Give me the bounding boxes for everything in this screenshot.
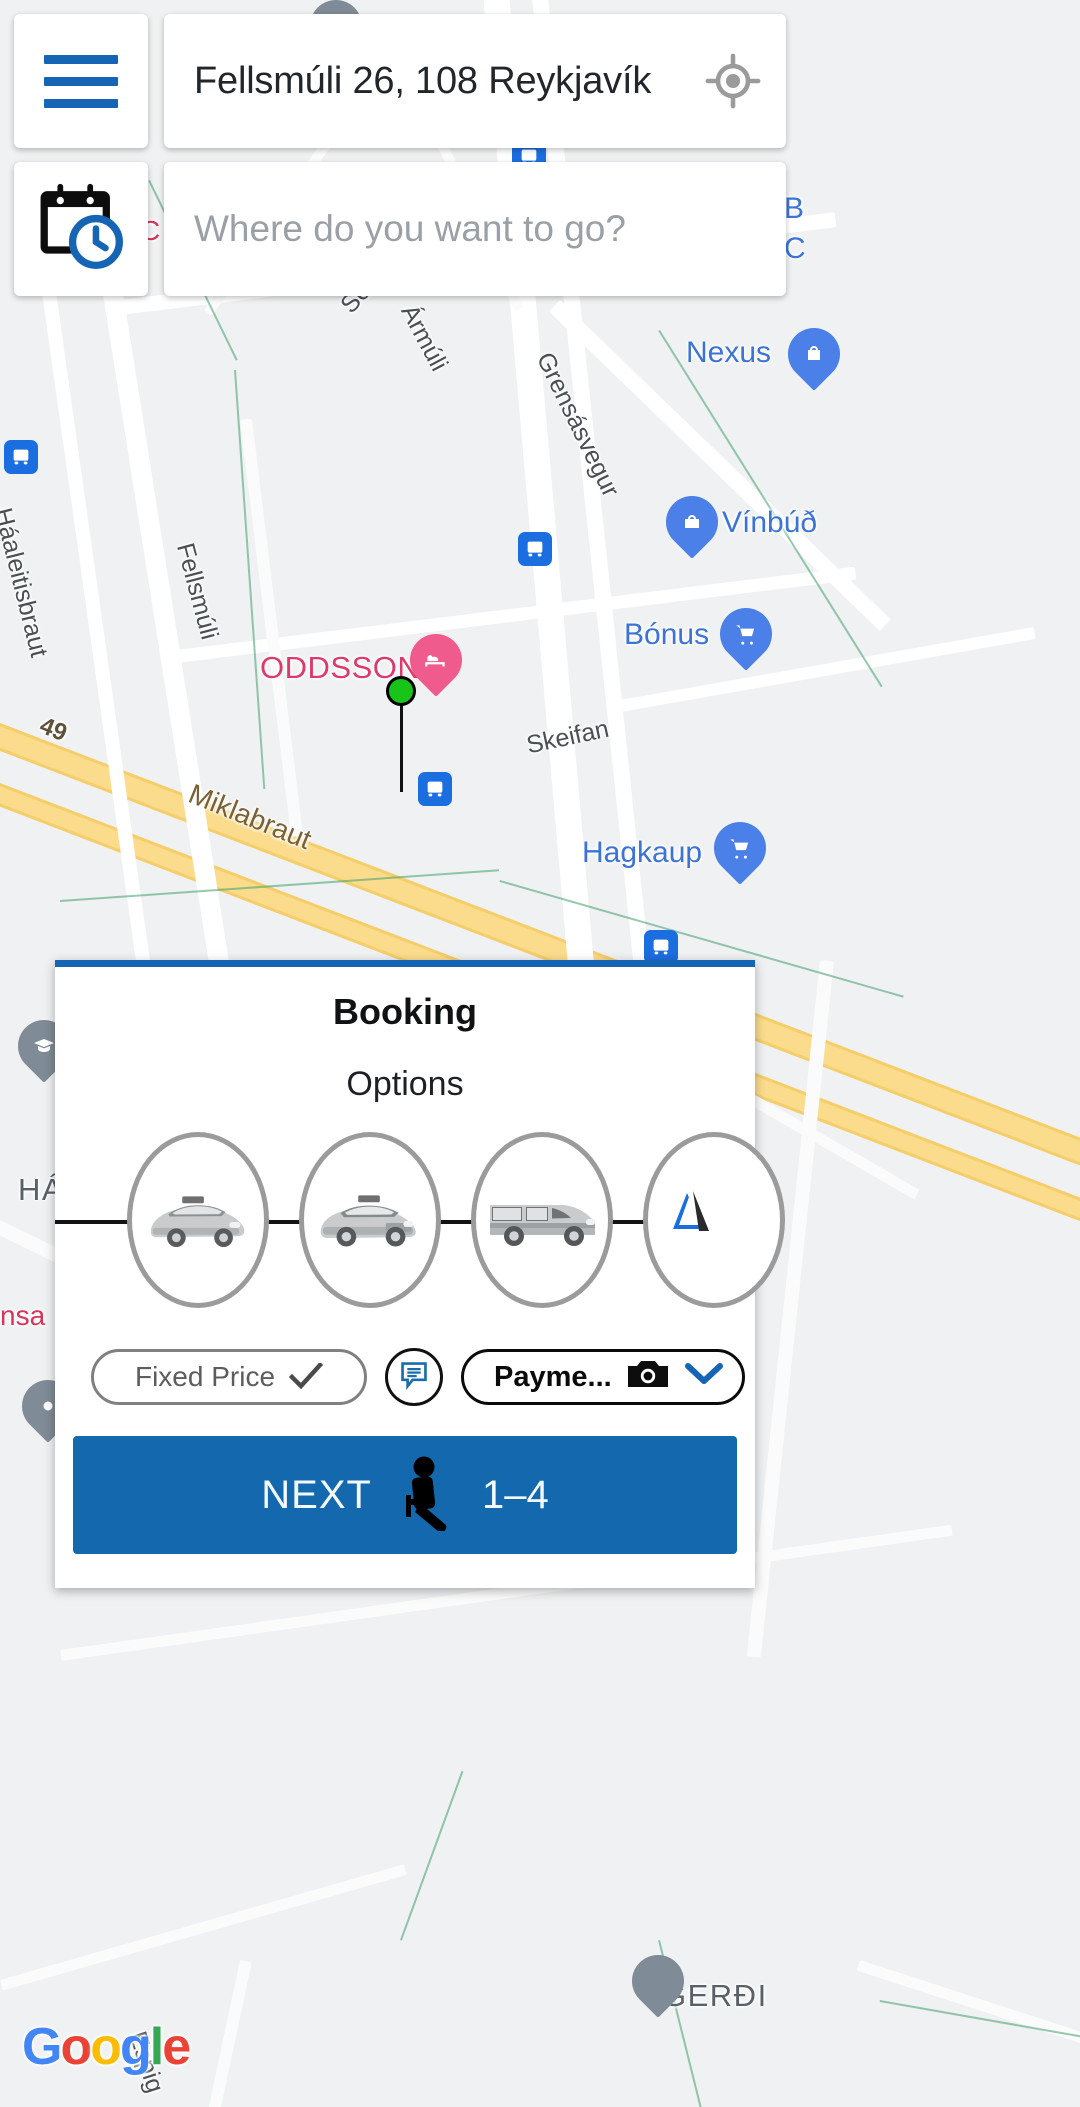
next-button[interactable]: NEXT 1–4 <box>73 1436 737 1554</box>
booking-title: Booking <box>333 991 477 1032</box>
vehicle-option-minibus[interactable] <box>471 1132 613 1308</box>
marker-stem <box>400 694 403 792</box>
pickup-address-text: Fellsmúli 26, 108 Reykjavík <box>194 60 652 102</box>
road-fellsmuli <box>240 418 304 837</box>
my-location-icon[interactable] <box>704 52 762 110</box>
message-bubble-icon <box>398 1359 430 1396</box>
chevron-down-icon[interactable] <box>684 1361 724 1394</box>
vehicle-carousel[interactable] <box>55 1126 785 1314</box>
destination-card[interactable] <box>164 162 786 296</box>
carousel-track[interactable] <box>55 1126 785 1314</box>
calendar-clock-icon <box>35 181 127 278</box>
booking-options-row: Fixed Price Payme... <box>55 1314 755 1406</box>
bed-icon <box>423 647 449 673</box>
bus-stop-icon[interactable] <box>4 440 38 474</box>
bag-icon <box>680 510 704 534</box>
cart-pin-bonus[interactable] <box>709 597 783 671</box>
shop-pin-nexus[interactable] <box>777 317 851 391</box>
path-green-6 <box>400 1770 464 1941</box>
fixed-price-toggle[interactable]: Fixed Price <box>91 1349 367 1405</box>
checkmark-icon <box>289 1363 324 1391</box>
bag-pin-vinbud[interactable] <box>655 485 729 559</box>
payment-method-selector[interactable]: Payme... <box>461 1349 745 1405</box>
next-button-label: NEXT <box>261 1472 372 1517</box>
camera-icon[interactable] <box>626 1357 670 1398</box>
shopping-cart-icon <box>727 835 753 861</box>
poi-label-nexus[interactable]: Nexus <box>686 336 771 370</box>
destination-input[interactable] <box>194 208 756 250</box>
street-label-fellsmuli: Fellsmúli <box>170 540 224 643</box>
road-espig <box>198 1960 252 2107</box>
origin-green-dot <box>386 676 416 706</box>
options-label: Options <box>346 1065 464 1103</box>
road-bottom-left <box>0 1864 407 1991</box>
passenger-seat-icon <box>400 1455 454 1536</box>
poi-label-partial-b: B <box>784 192 805 225</box>
passenger-count: 1–4 <box>481 1472 549 1517</box>
payment-pill-icons <box>626 1357 724 1398</box>
street-label-haaleitisbraut: Háaleitisbraut <box>0 505 53 661</box>
booking-panel: Booking Options Fixed Price Payme... NEX… <box>55 960 785 1588</box>
bus-stop-icon[interactable] <box>418 772 452 806</box>
chat-message-button[interactable] <box>385 1348 443 1406</box>
vehicle-option-accessible[interactable] <box>643 1132 785 1308</box>
vehicle-option-sedan[interactable] <box>299 1132 441 1308</box>
fixed-price-label: Fixed Price <box>134 1361 276 1392</box>
poi-label-vinbud[interactable]: Vínbúð <box>722 506 817 540</box>
bus-stop-icon[interactable] <box>518 532 552 566</box>
cart-pin-hagkaup[interactable] <box>703 811 777 885</box>
schedule-ride-button[interactable] <box>14 162 148 296</box>
shopping-cart-icon <box>733 621 759 647</box>
poi-label-bonus[interactable]: Bónus <box>624 618 709 652</box>
pickup-address-card[interactable]: Fellsmúli 26, 108 Reykjavík <box>164 14 786 148</box>
menu-button[interactable] <box>14 14 148 148</box>
google-attribution-logo: Google <box>22 2018 191 2076</box>
bus-stop-icon[interactable] <box>644 930 678 964</box>
taxi-booking-screen: 49 Miklabraut Selmúli Ármúli Grensásvegu… <box>0 0 1080 2107</box>
street-label-armuli: Ármúli <box>395 300 454 376</box>
poi-label-partial-c: C <box>784 232 806 265</box>
hamburger-menu-icon <box>44 54 118 108</box>
vehicle-option-station-wagon[interactable] <box>127 1132 269 1308</box>
graduation-cap-icon <box>32 1034 56 1058</box>
poi-label-hagkaup[interactable]: Hagkaup <box>582 836 702 870</box>
poi-label-partial-left: nsa <box>0 1300 46 1331</box>
bag-icon <box>802 342 826 366</box>
payment-label: Payme... <box>494 1360 612 1393</box>
